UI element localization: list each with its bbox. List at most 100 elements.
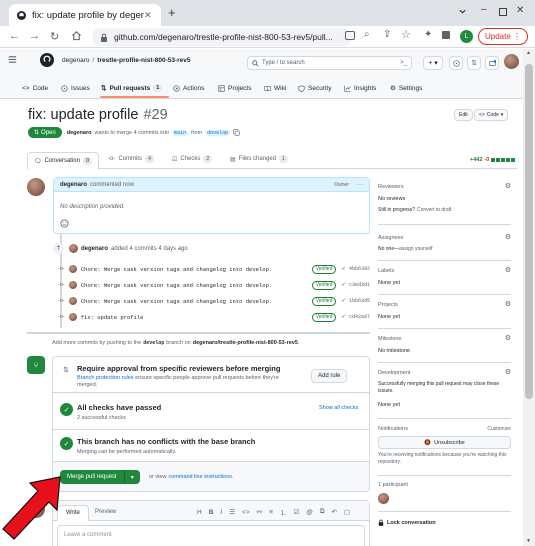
edit-title-button[interactable]: Edit	[454, 109, 473, 121]
show-all-checks-link[interactable]: Show all checks	[319, 405, 358, 411]
merge-pull-request-button[interactable]: Merge pull request ▾	[60, 470, 140, 484]
tab-commits[interactable]: -o- Commits 4	[108, 155, 155, 163]
quote-icon[interactable]: ☰	[229, 508, 235, 516]
projects-label[interactable]: Projects	[378, 302, 398, 308]
commit-message[interactable]: Chore: Merge task version tags and chang…	[81, 266, 272, 273]
add-rule-button[interactable]: Add rule	[311, 369, 348, 383]
code-icon[interactable]: <>	[242, 509, 250, 516]
undo-reply-icon[interactable]: ↶	[331, 508, 336, 516]
participant-avatar[interactable]	[378, 493, 389, 504]
github-logo-icon[interactable]	[40, 53, 54, 67]
home-icon[interactable]	[71, 30, 82, 41]
assignees-label[interactable]: Assignees	[378, 235, 403, 241]
repo-nav-code[interactable]: <> Code	[22, 79, 48, 97]
verified-badge[interactable]: Verified	[311, 264, 337, 274]
gear-icon[interactable]: ⚙	[505, 368, 511, 376]
commit-sha[interactable]: 4bb6392	[349, 266, 370, 272]
repo-nav-settings[interactable]: ⚙ Settings	[390, 79, 422, 97]
share-icon[interactable]: ⇪	[383, 29, 391, 40]
user-avatar[interactable]	[504, 54, 519, 69]
code-dropdown-button[interactable]: <> Code ▾	[474, 109, 509, 121]
tab-search-chevron-icon[interactable]	[458, 7, 467, 16]
tab-checks[interactable]: ☑ Checks 2	[172, 155, 213, 163]
add-reaction-icon[interactable]	[60, 219, 69, 228]
labels-label[interactable]: Labels	[378, 268, 394, 274]
forward-arrow-icon[interactable]: →	[29, 30, 40, 42]
unsubscribe-button[interactable]: 🔕 Unsubscribe	[378, 436, 511, 449]
check-icon[interactable]: ✓	[341, 314, 346, 320]
gear-icon[interactable]: ⚙	[505, 334, 511, 342]
check-icon[interactable]: ✓	[341, 282, 346, 288]
branch-protection-link[interactable]: Branch protection rules	[77, 375, 134, 381]
command-line-instructions-link[interactable]: command line instructions	[168, 474, 232, 480]
ordered-list-icon[interactable]: ⒈	[280, 507, 287, 517]
media-icon[interactable]	[442, 31, 450, 39]
repo-nav-security[interactable]: Security	[298, 79, 331, 97]
browser-tab[interactable]: fix: update profile by degenaro ✕	[9, 4, 161, 26]
heading-icon[interactable]: H	[197, 509, 202, 516]
zoom-icon[interactable]: ⌕	[364, 29, 370, 40]
gear-icon[interactable]: ⚙	[505, 266, 511, 274]
expand-icon[interactable]: ▢	[344, 508, 350, 516]
repo-link[interactable]: trestle-profile-nist-800-53-rev5	[97, 57, 190, 64]
github-search-input[interactable]: Type / to search >_	[247, 56, 412, 70]
inbox-icon[interactable]	[485, 56, 499, 70]
extensions-icon[interactable]: ✦	[424, 29, 432, 40]
commit-message[interactable]: Chore: Merge task version tags and chang…	[81, 298, 272, 305]
commit-sha[interactable]: cd42a97	[349, 314, 370, 320]
scroll-up-icon[interactable]: ▲	[526, 50, 531, 56]
page-scrollbar-thumb[interactable]	[525, 64, 533, 399]
command-palette-icon[interactable]: >_	[400, 60, 407, 66]
unordered-list-icon[interactable]: ≡	[269, 509, 273, 516]
tab-close-icon[interactable]: ✕	[144, 10, 152, 21]
issues-icon[interactable]	[449, 56, 463, 70]
merge-method-dropdown[interactable]: ▾	[123, 470, 140, 484]
head-branch[interactable]: develop	[205, 129, 231, 136]
repo-nav-wiki[interactable]: Wiki	[264, 79, 286, 97]
bold-icon[interactable]: B	[209, 509, 214, 516]
site-info-icon[interactable]	[100, 33, 108, 42]
commit-sha[interactable]: 1bb63d5	[349, 298, 370, 304]
verified-badge[interactable]: Verified	[311, 312, 337, 322]
development-label[interactable]: Development	[378, 370, 410, 376]
gear-icon[interactable]: ⚙	[505, 233, 511, 241]
repo-nav-issues[interactable]: Issues	[61, 79, 90, 97]
repo-nav-insights[interactable]: Insights	[344, 79, 376, 97]
copy-icon[interactable]	[233, 129, 240, 136]
profile-avatar[interactable]: L	[460, 30, 473, 43]
event-avatar[interactable]	[69, 244, 78, 253]
check-icon[interactable]: ✓	[341, 266, 346, 272]
install-app-icon[interactable]	[345, 31, 355, 40]
commit-message[interactable]: Chore: Merge task version tags and chang…	[81, 282, 272, 289]
event-author[interactable]: degenaro	[81, 246, 108, 252]
task-list-icon[interactable]: ☑	[293, 508, 299, 516]
address-bar[interactable]: github.com/degenaro/trestle-profile-nist…	[92, 28, 352, 46]
verified-badge[interactable]: Verified	[311, 280, 337, 290]
repo-nav-actions[interactable]: Actions	[173, 79, 204, 97]
verified-badge[interactable]: Verified	[311, 296, 337, 306]
base-branch[interactable]: main	[172, 129, 189, 136]
scroll-down-icon[interactable]: ▼	[526, 538, 531, 544]
gear-icon[interactable]: ⚙	[505, 182, 511, 190]
push-hint-repo[interactable]: degenaro/trestle-profile-nist-800-53-rev…	[193, 340, 298, 346]
cross-reference-icon[interactable]: ⧉	[320, 508, 325, 516]
close-window-icon[interactable]: ✕	[516, 5, 524, 16]
check-icon[interactable]: ✓	[341, 298, 346, 304]
assign-yourself-link[interactable]: assign yourself	[399, 246, 432, 252]
customize-link[interactable]: Customize	[487, 426, 511, 432]
preview-tab[interactable]: Preview	[95, 509, 116, 515]
reload-icon[interactable]: ↻	[50, 30, 59, 43]
browser-update-button[interactable]: Update ⋮	[478, 28, 528, 45]
pull-requests-icon[interactable]: ⇅	[467, 56, 481, 70]
create-new-button[interactable]: + ▾	[423, 56, 443, 70]
milestone-label[interactable]: Milestone	[378, 336, 402, 342]
tab-conversation[interactable]: 🗨 Conversation 0	[27, 152, 100, 170]
repo-nav-projects[interactable]: Projects	[218, 79, 251, 97]
link-icon[interactable]: ⚯	[257, 508, 262, 516]
mention-icon[interactable]: @	[306, 509, 313, 516]
tab-files-changed[interactable]: ▤ Files changed 1	[230, 155, 289, 163]
gear-icon[interactable]: ⚙	[505, 300, 511, 308]
back-arrow-icon[interactable]: ←	[9, 30, 20, 42]
convert-to-draft-link[interactable]: Convert to draft	[417, 207, 451, 213]
hamburger-menu-icon[interactable]	[8, 55, 17, 64]
